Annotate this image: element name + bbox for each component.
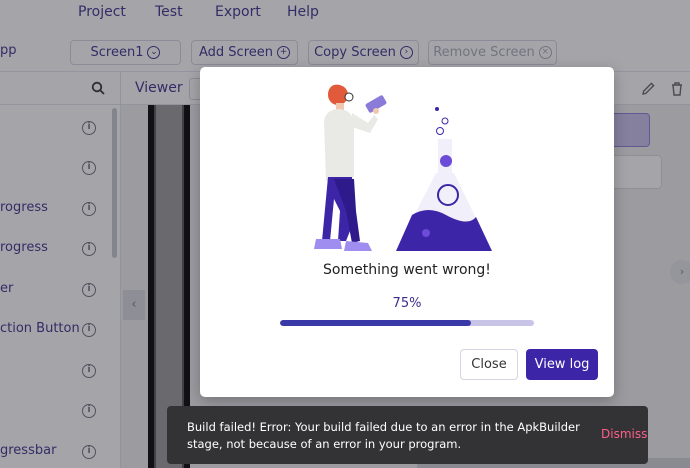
close-button[interactable]: Close <box>460 349 518 380</box>
dismiss-button[interactable]: Dismiss <box>601 427 647 441</box>
view-log-button[interactable]: View log <box>526 349 598 380</box>
progress-bar <box>280 320 534 326</box>
build-failed-snackbar: Build failed! Error: Your build failed d… <box>167 406 648 464</box>
dialog-title: Something went wrong! <box>323 262 491 278</box>
progress-bar-fill <box>280 320 471 326</box>
build-error-dialog: Something went wrong! 75% Close View log <box>200 67 614 397</box>
scientist-flask-illustration <box>314 84 492 251</box>
progress-percent: 75% <box>392 296 422 311</box>
snackbar-message: Build failed! Error: Your build failed d… <box>187 420 580 451</box>
